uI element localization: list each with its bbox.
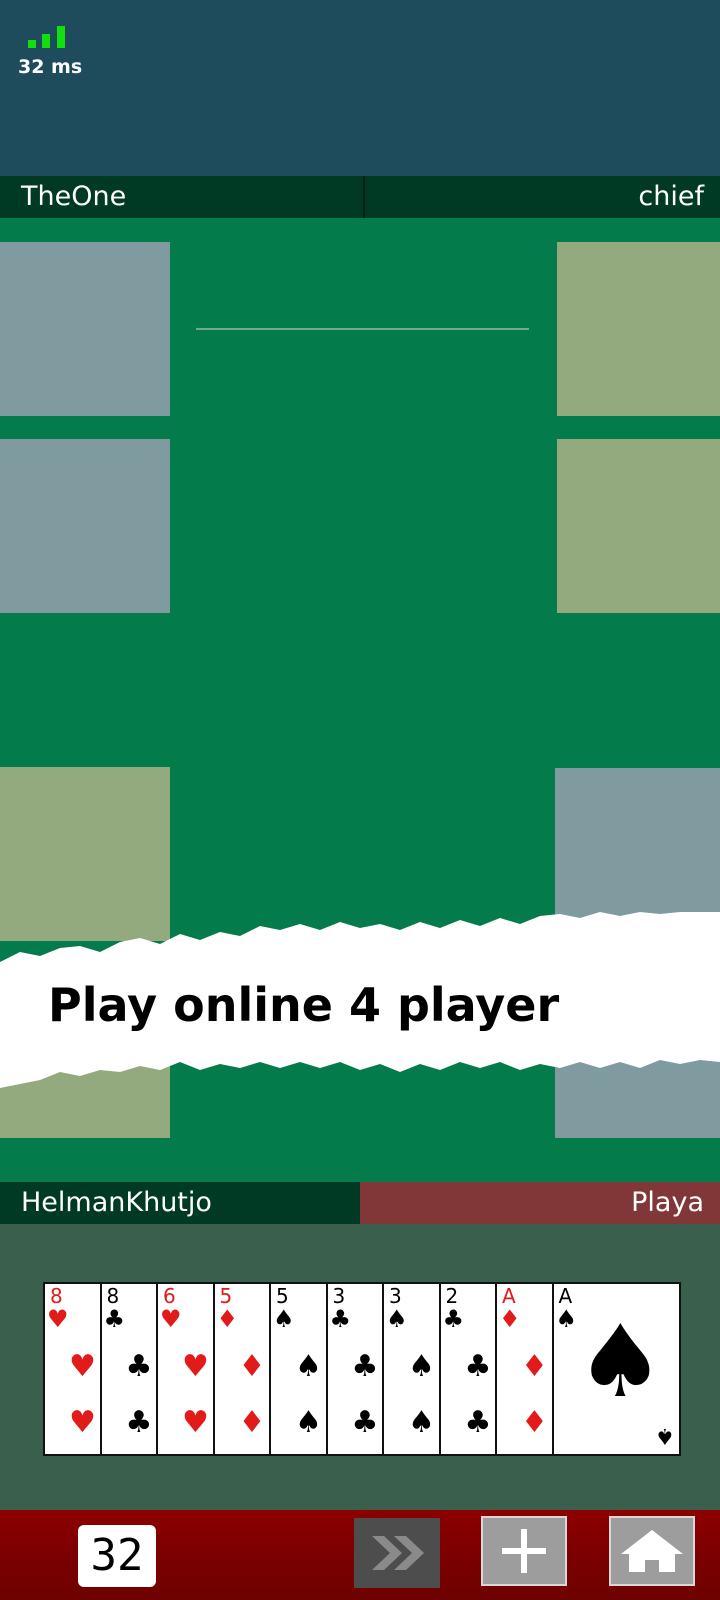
card-slot-right-2 (557, 439, 720, 613)
card-rank: A (502, 1284, 516, 1308)
clubs-icon: ♣ (125, 1405, 153, 1440)
diamonds-icon: ♦ (499, 1305, 521, 1333)
card-rank: 2 (445, 1284, 459, 1308)
card-rank: 6 (163, 1284, 176, 1308)
name-divider (363, 176, 365, 218)
spades-icon: ♠ (555, 1305, 578, 1333)
spades-icon: ♠ (655, 1423, 675, 1448)
diamonds-icon: ♦ (238, 1349, 266, 1384)
plus-icon (502, 1529, 546, 1573)
card-2-of-clubs[interactable]: 2 ♣ ♣ ♣ (438, 1282, 499, 1456)
card-A-of-spades[interactable]: A ♠ ♠ ♠ (551, 1282, 681, 1456)
clubs-icon: ♣ (103, 1305, 126, 1333)
clubs-icon: ♣ (329, 1305, 352, 1333)
hearts-icon: ♥ (160, 1305, 182, 1333)
top-player-row: TheOne chief (0, 176, 720, 218)
banner-title: Play online 4 player (48, 978, 560, 1032)
spades-icon: ♠ (386, 1305, 408, 1333)
round-counter: 32 (78, 1525, 156, 1587)
bottom-player-row: HelmanKhutjo Playa (0, 1182, 720, 1224)
spades-icon: ♠ (295, 1349, 322, 1384)
status-bar: 32 ms (0, 0, 720, 176)
skip-button[interactable] (354, 1518, 440, 1588)
spades-icon: ♠ (408, 1405, 435, 1440)
hearts-icon: ♥ (69, 1349, 96, 1384)
clubs-icon: ♣ (442, 1305, 465, 1333)
spades-icon: ♠ (273, 1305, 295, 1333)
card-slot-left-2 (0, 439, 170, 613)
player-name-top-left: TheOne (21, 181, 127, 212)
clubs-icon: ♣ (464, 1405, 492, 1440)
card-3-of-spades[interactable]: 3 ♠ ♠ ♠ (382, 1282, 442, 1456)
card-rank: 5 (219, 1284, 233, 1308)
clubs-icon: ♣ (125, 1349, 153, 1384)
card-slot-left-1 (0, 242, 170, 416)
card-rank: 8 (50, 1284, 63, 1308)
ping-label: 32 ms (18, 56, 83, 78)
hearts-icon: ♥ (47, 1305, 69, 1333)
player-name-bottom-right-active: Playa (360, 1182, 720, 1224)
player-name-top-right: chief (638, 181, 704, 212)
card-A-of-diamonds[interactable]: A ♦ ♦ ♦ (495, 1282, 555, 1456)
card-slot-right-1 (557, 242, 720, 416)
card-rank: 8 (106, 1284, 120, 1308)
hearts-icon: ♥ (182, 1349, 209, 1384)
add-button[interactable] (481, 1516, 567, 1586)
trick-divider-line (196, 328, 529, 330)
card-3-of-clubs[interactable]: 3 ♣ ♣ ♣ (325, 1282, 386, 1456)
ace-spades-large-icon: ♠ (575, 1303, 666, 1420)
card-8-of-clubs[interactable]: 8 ♣ ♣ ♣ (99, 1282, 160, 1456)
spades-icon: ♠ (408, 1349, 435, 1384)
home-button[interactable] (609, 1516, 695, 1586)
signal-strength-icon (28, 24, 72, 48)
diamonds-icon: ♦ (521, 1349, 548, 1384)
diamonds-icon: ♦ (216, 1305, 239, 1333)
card-rank: 3 (332, 1284, 346, 1308)
hearts-icon: ♥ (69, 1405, 96, 1440)
diamonds-icon: ♦ (521, 1405, 548, 1440)
player-hand: 8 ♥ ♥ ♥ 8 ♣ ♣ ♣ 6 ♥ ♥ ♥ 5 ♦ ♦ ♦ 5 ♠ ♠ ♠ 3 ♣ ♣ ♣ 3 ♠ ♠ ♠ 2 ♣ ♣ ♣ A ♦ ♦ ♦ A ♠ ♠ ♠ (43, 1282, 681, 1456)
clubs-icon: ♣ (351, 1405, 379, 1440)
spades-icon: ♠ (295, 1405, 322, 1440)
card-rank: A (558, 1284, 573, 1308)
card-5-of-spades[interactable]: 5 ♠ ♠ ♠ (269, 1282, 329, 1456)
card-6-of-hearts[interactable]: 6 ♥ ♥ ♥ (156, 1282, 216, 1456)
player-name-bottom-left: HelmanKhutjo (21, 1187, 212, 1218)
home-icon (621, 1530, 683, 1572)
clubs-icon: ♣ (351, 1349, 379, 1384)
card-rank: 3 (389, 1284, 402, 1308)
clubs-icon: ♣ (464, 1349, 492, 1384)
card-5-of-diamonds[interactable]: 5 ♦ ♦ ♦ (212, 1282, 273, 1456)
double-chevron-right-icon (372, 1536, 424, 1570)
card-rank: 5 (276, 1284, 289, 1308)
hearts-icon: ♥ (182, 1405, 209, 1440)
diamonds-icon: ♦ (238, 1405, 266, 1440)
card-8-of-hearts[interactable]: 8 ♥ ♥ ♥ (43, 1282, 103, 1456)
